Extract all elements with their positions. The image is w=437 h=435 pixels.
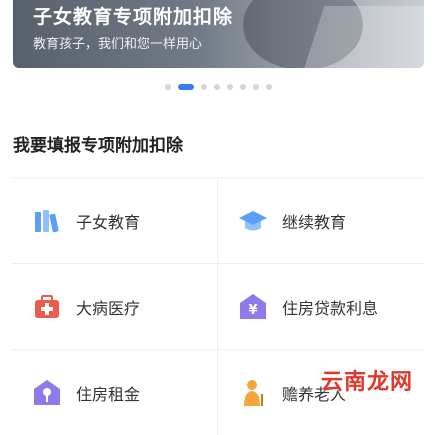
item-label: 住房租金	[76, 384, 141, 404]
item-housing-rent[interactable]: 住房租金	[12, 349, 218, 435]
carousel-dot-active[interactable]	[178, 84, 194, 90]
watermark: 云南龙网	[320, 370, 413, 395]
banner-title: 子女教育专项附加扣除	[33, 6, 234, 28]
item-housing-loan-interest[interactable]: ¥ 住房贷款利息	[218, 263, 424, 349]
house-key-icon	[34, 379, 60, 405]
item-serious-illness[interactable]: 大病医疗	[12, 263, 218, 349]
carousel-dot[interactable]	[240, 84, 246, 90]
section-title: 我要填报专项附加扣除	[13, 136, 183, 156]
books-icon	[35, 209, 59, 232]
house-loan-icon: ¥	[240, 293, 266, 319]
carousel-indicator	[0, 83, 437, 91]
banner[interactable]: 子女教育专项附加扣除 教育孩子，我们和您一样用心	[13, 0, 424, 68]
graduation-cap-icon	[239, 210, 267, 230]
banner-subtitle: 教育孩子，我们和您一样用心	[33, 37, 203, 52]
carousel-dot[interactable]	[214, 84, 220, 90]
item-label: 大病医疗	[76, 298, 141, 318]
carousel-dot[interactable]	[253, 84, 259, 90]
elderly-icon	[244, 379, 263, 406]
item-children-education[interactable]: 子女教育	[12, 177, 218, 263]
carousel-dot[interactable]	[227, 84, 233, 90]
item-continuing-education[interactable]: 继续教育	[218, 177, 424, 263]
item-label: 住房贷款利息	[282, 298, 379, 318]
item-label: 继续教育	[282, 212, 347, 232]
carousel-dot[interactable]	[201, 84, 207, 90]
carousel-dot[interactable]	[266, 84, 272, 90]
medical-kit-icon	[35, 294, 59, 318]
carousel-dot[interactable]	[165, 84, 171, 90]
svg-text:¥: ¥	[248, 303, 257, 318]
item-label: 子女教育	[76, 212, 141, 232]
